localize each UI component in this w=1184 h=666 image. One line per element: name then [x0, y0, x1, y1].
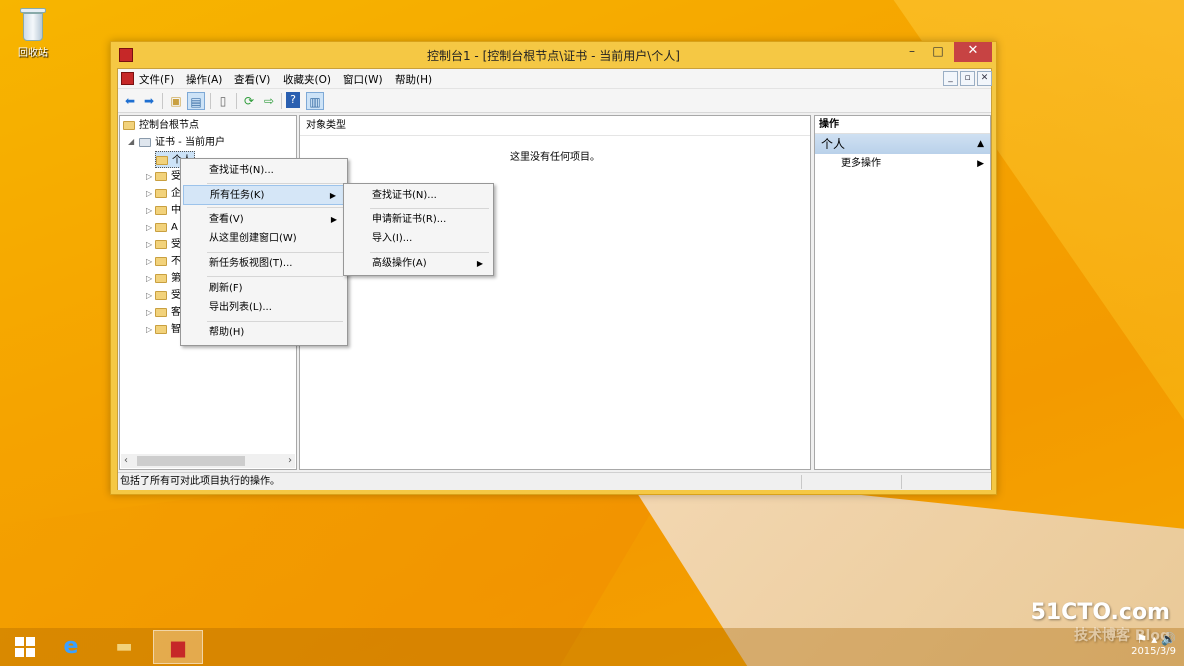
submenu-arrow-icon: ▶	[476, 259, 483, 268]
submenu-arrow-icon: ▶	[330, 215, 337, 224]
file-explorer-icon[interactable]: ▬	[99, 630, 149, 664]
ctx-refresh[interactable]: 刷新(F)	[183, 279, 345, 299]
refresh-icon[interactable]: ⟳	[240, 92, 258, 110]
collapse-icon[interactable]: ◢	[128, 137, 134, 146]
menu-favorites[interactable]: 收藏夹(O)	[283, 72, 331, 87]
empty-message: 这里没有任何项目。	[510, 152, 600, 163]
folder-icon	[155, 171, 167, 181]
export-list-icon[interactable]: ⇨	[260, 92, 278, 110]
tree-node-root[interactable]: 控制台根节点	[123, 117, 199, 134]
tree-node-trusted-root[interactable]: 受	[155, 168, 181, 185]
show-hide-tree-icon[interactable]: ▤	[187, 92, 205, 110]
tree-node-certificates[interactable]: 证书 - 当前用户	[139, 134, 225, 151]
status-bar: 包括了所有可对此项目执行的操作。	[118, 472, 991, 490]
minimize-button[interactable]: –	[898, 42, 926, 62]
recycle-bin-label: 回收站	[18, 48, 48, 59]
flag-icon[interactable]: ⚑ ▴ 🔊	[1131, 632, 1176, 646]
action-pane-title: 操作	[815, 116, 990, 134]
show-action-pane-icon[interactable]: ▥	[306, 92, 324, 110]
ctx-new-taskpad-view[interactable]: 新任务板视图(T)...	[183, 254, 345, 274]
mmc-taskbar-icon[interactable]: ▆	[153, 630, 203, 664]
start-button[interactable]	[0, 630, 50, 664]
scroll-left-icon[interactable]: ‹	[124, 454, 128, 468]
folder-icon	[123, 120, 135, 130]
more-actions[interactable]: 更多操作 ▶	[815, 154, 990, 174]
tree-horizontal-scrollbar[interactable]: ‹ ›	[121, 454, 295, 468]
menu-file[interactable]: 文件(F)	[139, 72, 174, 87]
child-restore-button[interactable]: ▫	[960, 71, 975, 86]
status-text: 包括了所有可对此项目执行的操作。	[120, 476, 280, 487]
system-tray: ⚑ ▴ 🔊 2015/3/9	[1131, 632, 1176, 657]
clock-date[interactable]: 2015/3/9	[1131, 646, 1176, 657]
tree-node-untrusted[interactable]: 不	[155, 253, 181, 270]
menu-help[interactable]: 帮助(H)	[395, 72, 432, 87]
folder-icon	[155, 324, 167, 334]
tree-node-enterprise[interactable]: 企	[155, 185, 181, 202]
tree-node-client-auth[interactable]: 客	[155, 304, 181, 321]
column-header-object-type[interactable]: 对象类型	[300, 116, 810, 136]
submenu-arrow-icon: ▶	[977, 159, 984, 169]
child-close-button[interactable]: ✕	[977, 71, 992, 86]
child-minimize-button[interactable]: _	[943, 71, 958, 86]
menu-bar: 文件(F) 操作(A) 查看(V) 收藏夹(O) 窗口(W) 帮助(H) _ ▫…	[118, 69, 992, 89]
all-tasks-submenu: 查找证书(N)... 申请新证书(R)... 导入(I)... 高级操作(A) ▶	[343, 183, 494, 276]
tree-node-smart-card[interactable]: 智	[155, 321, 181, 338]
ctx-all-tasks[interactable]: 所有任务(K) ▶	[183, 185, 345, 205]
windows-logo-icon	[15, 637, 35, 657]
window-title: 控制台1 - [控制台根节点\证书 - 当前用户\个人]	[426, 49, 680, 63]
recycle-bin-desktop-icon[interactable]: 回收站	[10, 4, 56, 59]
sub-import[interactable]: 导入(I)...	[346, 229, 491, 249]
ctx-help[interactable]: 帮助(H)	[183, 323, 345, 343]
results-pane[interactable]: 对象类型 这里没有任何项目。	[299, 115, 811, 470]
toolbar: ⬅ ➡ ▣ ▤ ▯ ⟳ ⇨ ? ▥	[118, 89, 991, 113]
ctx-find-certificates[interactable]: 查找证书(N)...	[183, 161, 345, 181]
maximize-button[interactable]: □	[924, 42, 952, 62]
ctx-export-list[interactable]: 导出列表(L)...	[183, 298, 345, 318]
internet-explorer-icon[interactable]: e	[46, 630, 96, 664]
console-menu-icon[interactable]	[121, 72, 134, 85]
back-arrow-icon[interactable]: ⬅	[121, 92, 139, 110]
collapse-caret-icon[interactable]: ▲	[977, 134, 984, 154]
folder-icon	[155, 205, 167, 215]
folder-icon	[155, 307, 167, 317]
action-pane: 操作 个人 ▲ 更多操作 ▶	[814, 115, 991, 470]
close-button[interactable]: ✕	[954, 42, 992, 62]
forward-arrow-icon[interactable]: ➡	[140, 92, 158, 110]
folder-icon	[155, 239, 167, 249]
folder-icon	[155, 290, 167, 300]
folder-icon	[155, 222, 167, 232]
ctx-view[interactable]: 查看(V) ▶	[183, 210, 345, 230]
sub-find-certificates[interactable]: 查找证书(N)...	[346, 186, 491, 206]
menu-action[interactable]: 操作(A)	[186, 72, 222, 87]
folder-icon	[155, 256, 167, 266]
context-menu: 查找证书(N)... 所有任务(K) ▶ 查看(V) ▶ 从这里创建窗口(W) 新任…	[180, 158, 348, 346]
scroll-right-icon[interactable]: ›	[288, 454, 292, 468]
tree-node-trusted-publishers[interactable]: 受	[155, 236, 181, 253]
folder-icon	[155, 188, 167, 198]
tree-node-active-directory[interactable]: A	[155, 219, 178, 236]
title-bar[interactable]: 控制台1 - [控制台根节点\证书 - 当前用户\个人] – □ ✕	[111, 42, 996, 68]
sub-advanced-operations[interactable]: 高级操作(A) ▶	[346, 254, 491, 274]
folder-icon	[156, 155, 168, 165]
action-section-personal[interactable]: 个人 ▲	[815, 134, 990, 154]
folder-icon	[155, 273, 167, 283]
certificate-store-icon	[139, 137, 151, 147]
menu-window[interactable]: 窗口(W)	[343, 72, 383, 87]
tree-node-intermediate[interactable]: 中	[155, 202, 181, 219]
submenu-arrow-icon: ▶	[329, 191, 336, 200]
scroll-thumb[interactable]	[137, 456, 245, 466]
taskbar: e ▬ ▆ ⚑ ▴ 🔊 2015/3/9	[0, 628, 1184, 666]
recycle-bin-icon	[18, 4, 48, 42]
tree-node-trusted-people[interactable]: 受	[155, 287, 181, 304]
help-icon[interactable]: ?	[286, 92, 300, 108]
sub-request-new-certificate[interactable]: 申请新证书(R)...	[346, 210, 491, 230]
ctx-new-window[interactable]: 从这里创建窗口(W)	[183, 229, 345, 249]
tree-node-third-party[interactable]: 第	[155, 270, 181, 287]
up-folder-icon[interactable]: ▣	[167, 92, 185, 110]
menu-view[interactable]: 查看(V)	[234, 72, 270, 87]
properties-icon[interactable]: ▯	[214, 92, 232, 110]
